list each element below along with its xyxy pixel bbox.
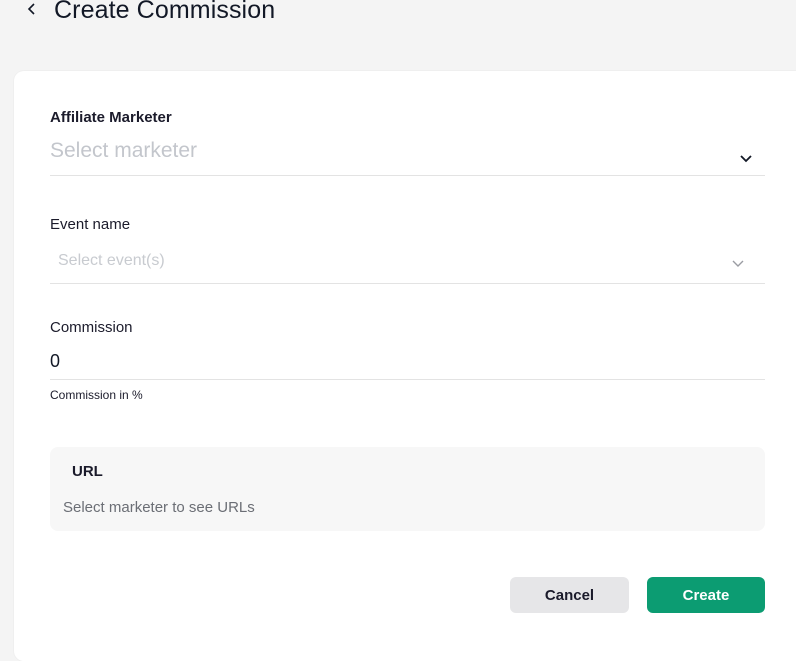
create-button[interactable]: Create [647,577,765,613]
url-title: URL [72,463,103,480]
page-title: Create Commission [54,0,276,24]
back-icon[interactable] [24,1,40,17]
marketer-placeholder: Select marketer [50,139,198,162]
event-placeholder: Select event(s) [58,252,165,269]
commission-form-card: Affiliate Marketer Select marketer Event… [14,71,796,661]
commission-value: 0 [50,351,61,371]
commission-label: Commission [50,319,133,336]
commission-helper-text: Commission in % [50,388,143,402]
chevron-down-icon[interactable] [739,151,753,162]
url-panel: URL Select marketer to see URLs [50,447,765,531]
event-name-label: Event name [50,216,131,233]
event-name-field: Event name Select event(s) [50,216,765,284]
affiliate-marketer-label: Affiliate Marketer [50,109,172,126]
affiliate-marketer-field: Affiliate Marketer Select marketer [50,109,765,176]
commission-input[interactable]: 0 [50,344,765,380]
cancel-button[interactable]: Cancel [510,577,629,613]
event-select[interactable]: Select event(s) [50,239,765,284]
page-header: Create Commission [24,0,275,30]
chevron-down-icon[interactable] [731,256,745,267]
commission-field: Commission 0 Commission in % [50,319,765,402]
url-empty-message: Select marketer to see URLs [63,499,255,516]
marketer-select[interactable]: Select marketer [50,136,765,176]
